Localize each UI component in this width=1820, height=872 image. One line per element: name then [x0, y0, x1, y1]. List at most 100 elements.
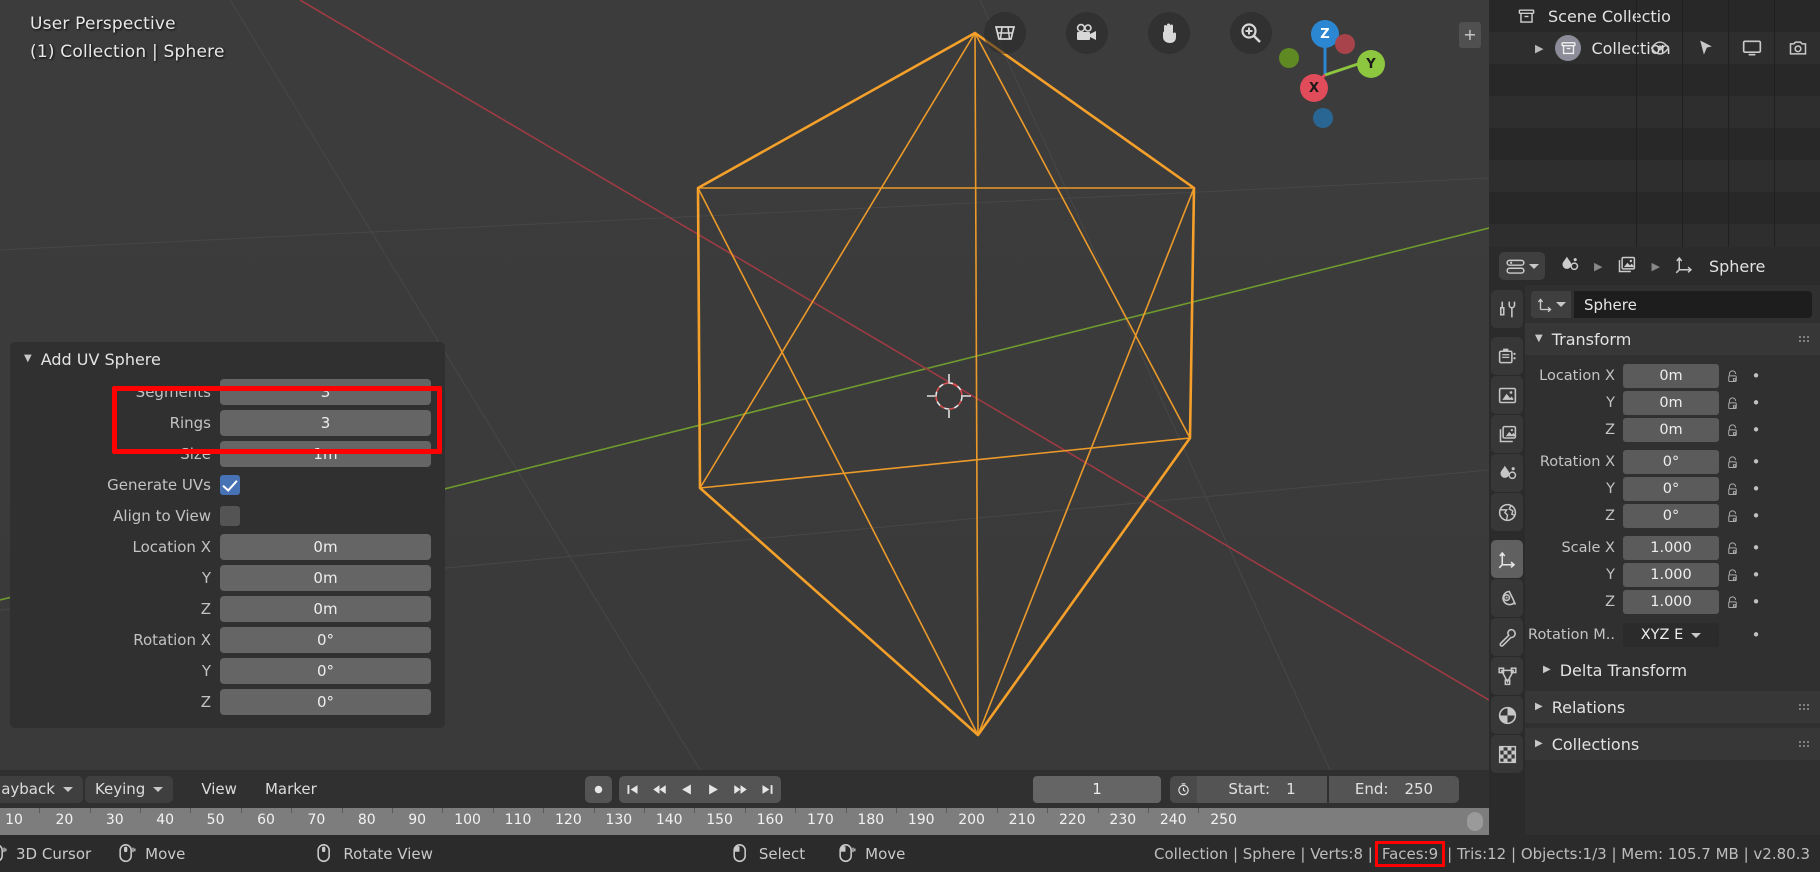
timeline-menu-marker[interactable]: Marker: [251, 780, 331, 798]
tab-modifiers[interactable]: [1491, 579, 1523, 617]
playhead-handle[interactable]: [1467, 812, 1483, 831]
animate-dot-icon[interactable]: •: [1745, 421, 1767, 439]
transform-row-value[interactable]: 0m: [1623, 418, 1719, 442]
object-datablock-icon[interactable]: [1531, 291, 1571, 318]
operator-row-z[interactable]: Z 0°: [10, 687, 445, 717]
transform-row-z[interactable]: Z 1.000 •: [1525, 589, 1820, 615]
jump-end-icon[interactable]: [754, 775, 781, 803]
transform-row-value[interactable]: 0m: [1623, 364, 1719, 388]
axis-gizmo[interactable]: Z Y X: [1279, 12, 1393, 128]
end-frame-field[interactable]: End: 250: [1329, 775, 1459, 803]
checkbox-icon[interactable]: [220, 506, 240, 526]
tab-output[interactable]: [1491, 376, 1523, 414]
transform-row-y[interactable]: Y 0° •: [1525, 476, 1820, 502]
operator-row-value[interactable]: 1m: [220, 441, 431, 467]
lock-icon[interactable]: [1719, 509, 1745, 524]
tab-material[interactable]: [1491, 735, 1523, 773]
operator-row-rings[interactable]: Rings 3: [10, 408, 445, 438]
use-preview-range-icon[interactable]: [1170, 775, 1197, 803]
operator-row-value[interactable]: 0m: [220, 596, 431, 622]
current-frame-field[interactable]: 1: [1033, 775, 1161, 803]
operator-row-value[interactable]: 3: [220, 410, 431, 436]
render-drop-icon[interactable]: [1559, 254, 1580, 279]
operator-row-value[interactable]: 0°: [220, 689, 431, 715]
transform-row-z[interactable]: Z 0m •: [1525, 417, 1820, 443]
pan-hand-icon[interactable]: [1148, 12, 1190, 54]
gizmo-axis-x[interactable]: X: [1300, 74, 1328, 102]
operator-row-segments[interactable]: Segments 3: [10, 377, 445, 407]
transform-row-location-x[interactable]: Location X 0m •: [1525, 363, 1820, 389]
lock-icon[interactable]: [1719, 396, 1745, 411]
rotation-mode-dropdown[interactable]: XYZ E: [1623, 623, 1719, 647]
operator-panel-header[interactable]: ▼ Add UV Sphere: [10, 342, 445, 376]
object-name-field[interactable]: Sphere: [1574, 291, 1812, 318]
properties-tab-column[interactable]: [1489, 285, 1525, 835]
tab-render[interactable]: [1491, 337, 1523, 375]
image-stack-icon[interactable]: [1616, 254, 1637, 279]
chevron-down-icon[interactable]: ▼: [1535, 334, 1543, 344]
tab-world[interactable]: [1491, 493, 1523, 531]
animate-dot-icon[interactable]: •: [1745, 480, 1767, 498]
animate-dot-icon[interactable]: •: [1745, 626, 1767, 644]
subpanel-delta-transform[interactable]: ▶ Delta Transform: [1525, 654, 1820, 686]
jump-start-icon[interactable]: [619, 775, 646, 803]
properties-editor-type-button[interactable]: [1499, 252, 1545, 280]
lock-icon[interactable]: [1719, 369, 1745, 384]
tab-object[interactable]: [1491, 540, 1523, 578]
operator-row-value[interactable]: 0m: [220, 565, 431, 591]
tab-physics[interactable]: [1491, 657, 1523, 695]
gizmo-axis-neg-x[interactable]: [1335, 34, 1355, 54]
start-frame-field[interactable]: Start: 1: [1197, 775, 1327, 803]
timeline-ruler[interactable]: 10 20 30 40 50 60 70 80 90 100 110 120 130 140 150 160 1…: [0, 808, 1489, 835]
operator-row-value[interactable]: 0°: [220, 658, 431, 684]
operator-row-y[interactable]: Y 0°: [10, 656, 445, 686]
lock-icon[interactable]: [1719, 595, 1745, 610]
tab-scene[interactable]: [1491, 454, 1523, 492]
transform-row-rotation-x[interactable]: Rotation X 0° •: [1525, 449, 1820, 475]
cursor-arrow-icon[interactable]: [1682, 32, 1728, 64]
checkbox-icon[interactable]: [220, 475, 240, 495]
operator-row-location-x[interactable]: Location X 0m: [10, 532, 445, 562]
panel-grip-icon[interactable]: [1798, 334, 1810, 344]
animate-dot-icon[interactable]: •: [1745, 593, 1767, 611]
outliner-editor[interactable]: Scene Collectio ▶ Collection: [1489, 0, 1820, 256]
transform-row-y[interactable]: Y 0m •: [1525, 390, 1820, 416]
lock-icon[interactable]: [1719, 482, 1745, 497]
gizmo-axis-y[interactable]: Y: [1357, 50, 1385, 78]
lock-icon[interactable]: [1719, 541, 1745, 556]
chevron-right-icon[interactable]: ▶: [1535, 739, 1543, 749]
play-reverse-icon[interactable]: [673, 775, 700, 803]
transform-row-value[interactable]: 1.000: [1623, 563, 1719, 587]
object-axes-icon[interactable]: [1674, 254, 1695, 279]
playback-dropdown[interactable]: Playback: [0, 775, 83, 803]
transform-row-value[interactable]: 0°: [1623, 504, 1719, 528]
gizmo-axis-neg-y[interactable]: [1279, 48, 1299, 68]
step-back-icon[interactable]: [646, 775, 673, 803]
viewport-add-sidebar-icon[interactable]: +: [1459, 22, 1481, 48]
gizmo-axis-neg-z[interactable]: [1313, 108, 1333, 128]
expand-arrow-icon[interactable]: ▶: [1535, 42, 1543, 55]
animate-dot-icon[interactable]: •: [1745, 367, 1767, 385]
camera-icon[interactable]: [1774, 32, 1820, 64]
eye-icon[interactable]: [1636, 32, 1682, 64]
transform-row-scale-x[interactable]: Scale X 1.000 •: [1525, 535, 1820, 561]
operator-row-value[interactable]: 0m: [220, 534, 431, 560]
timeline-editor[interactable]: Playback Keying View Marker 1: [0, 770, 1489, 835]
zoom-magnifier-icon[interactable]: [1230, 12, 1272, 54]
properties-editor[interactable]: ▶ ▶ Sphere Sphere ▼ Transform Location X…: [1489, 247, 1820, 835]
rotation-mode-row[interactable]: Rotation M.. XYZ E •: [1525, 622, 1820, 648]
3d-viewport[interactable]: User Perspective (1) Collection | Sphere…: [0, 0, 1489, 770]
subpanel-collections[interactable]: ▶ Collections: [1525, 728, 1820, 760]
operator-row-align-to-view[interactable]: Align to View: [10, 501, 445, 531]
chevron-down-icon[interactable]: ▼: [24, 354, 32, 364]
keying-dropdown[interactable]: Keying: [84, 775, 174, 803]
tab-constraints[interactable]: [1491, 696, 1523, 734]
chevron-right-icon[interactable]: ▶: [1543, 665, 1551, 675]
animate-dot-icon[interactable]: •: [1745, 507, 1767, 525]
operator-row-size[interactable]: Size 1m: [10, 439, 445, 469]
transform-row-value[interactable]: 0°: [1623, 450, 1719, 474]
tab-particles[interactable]: [1491, 618, 1523, 656]
monitor-icon[interactable]: [1728, 32, 1774, 64]
animate-dot-icon[interactable]: •: [1745, 539, 1767, 557]
outliner-row-scene-collection[interactable]: Scene Collectio: [1489, 0, 1820, 32]
